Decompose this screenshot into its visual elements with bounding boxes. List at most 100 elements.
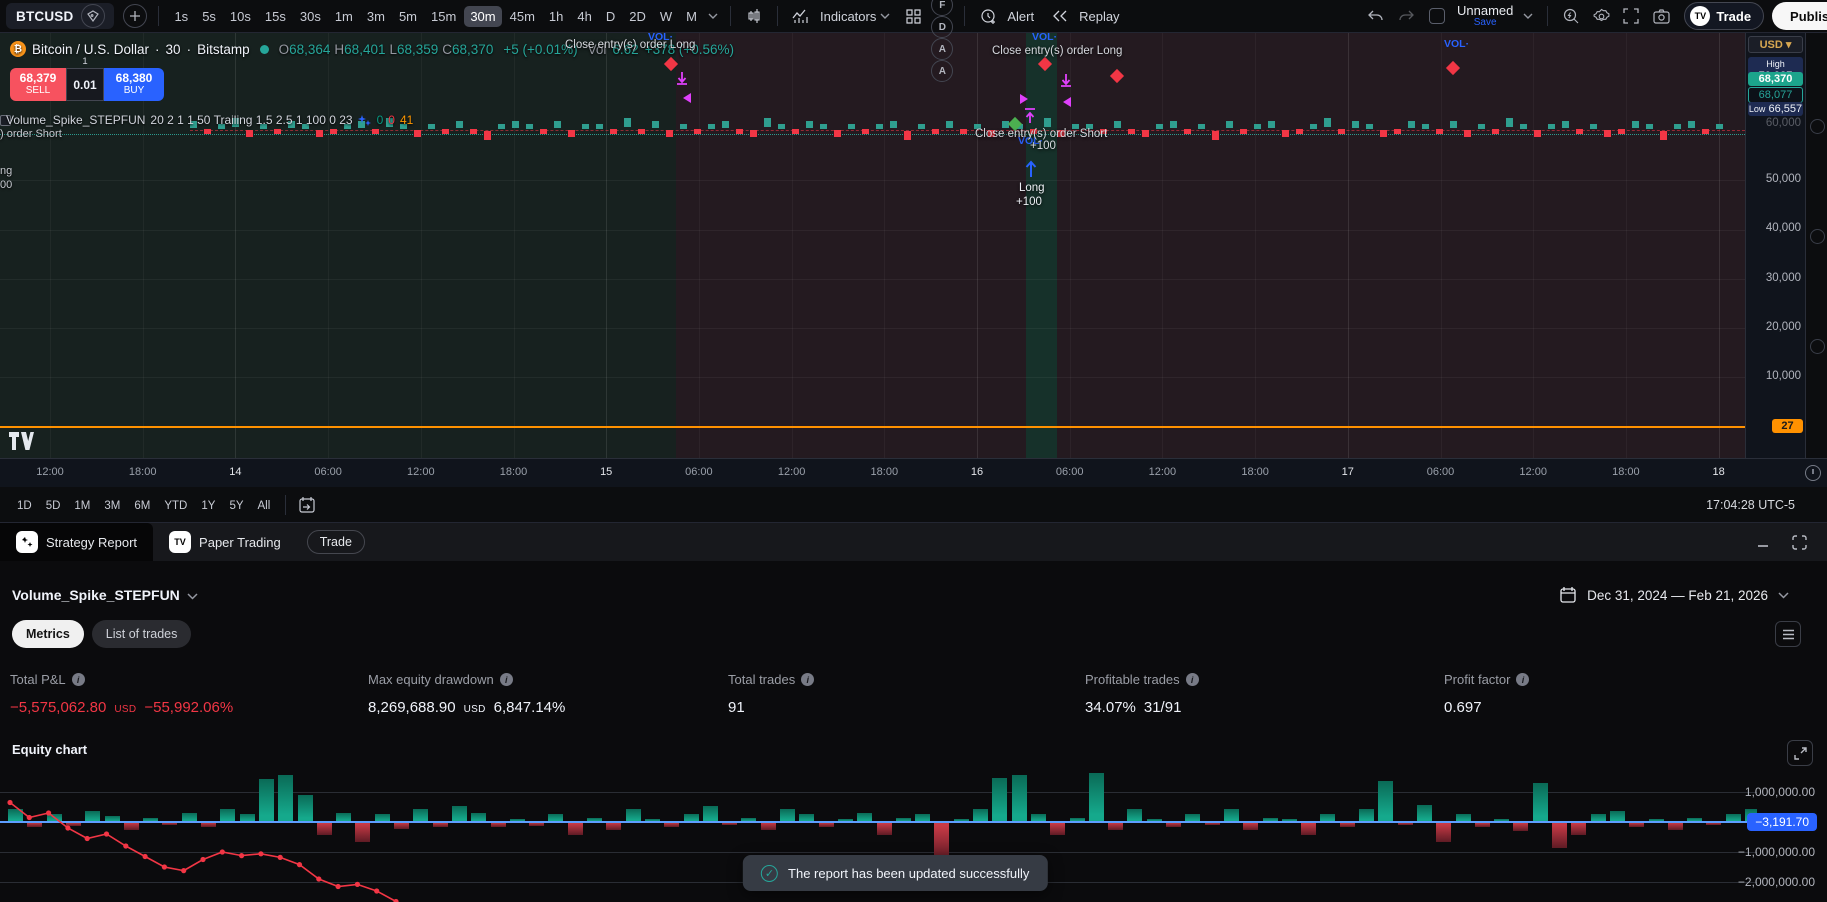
interval-button-1s[interactable]: 1s bbox=[168, 6, 194, 27]
redo-icon[interactable] bbox=[1394, 4, 1418, 28]
layout-letter-a-4[interactable]: A bbox=[931, 38, 954, 60]
layout-letter-a-5[interactable]: A bbox=[931, 60, 954, 82]
info-icon[interactable]: i bbox=[801, 673, 815, 686]
buy-button[interactable]: 68,380 BUY bbox=[104, 68, 164, 101]
indicators-chevron[interactable] bbox=[880, 13, 890, 19]
info-icon[interactable]: i bbox=[1516, 673, 1530, 686]
interval-button-30m[interactable]: 30m bbox=[464, 5, 502, 27]
right-sidebar-strip[interactable] bbox=[1805, 33, 1827, 458]
chart-plot[interactable]: ₿ Bitcoin / U.S. Dollar · 30 · Bitstamp … bbox=[0, 33, 1745, 458]
info-icon[interactable]: i bbox=[71, 673, 85, 686]
sell-button[interactable]: 68,379 SELL bbox=[10, 68, 66, 101]
quantity-field[interactable]: 1 0.01 bbox=[66, 56, 104, 101]
grid-vline bbox=[1718, 33, 1720, 458]
range-button-1d[interactable]: 1D bbox=[10, 497, 39, 515]
sidebar-icon[interactable] bbox=[1810, 339, 1825, 354]
minimize-panel-icon[interactable] bbox=[1756, 535, 1770, 549]
alert-button[interactable]: Alert bbox=[1007, 9, 1034, 24]
save-link[interactable]: Save bbox=[1474, 17, 1497, 29]
time-axis[interactable]: 12:00 18:00 14 06:00 12:00 18:00 15 06:00 12:00 1… bbox=[0, 458, 1827, 487]
currency-selector[interactable]: USD ▾ bbox=[1748, 36, 1803, 53]
tab-strategy-report[interactable]: Strategy Report bbox=[0, 523, 154, 561]
candle bbox=[1310, 124, 1317, 129]
trade-tab-button[interactable]: Trade bbox=[306, 530, 365, 554]
candle bbox=[652, 121, 659, 128]
replay-icon[interactable] bbox=[1048, 4, 1072, 28]
quick-search-icon[interactable] bbox=[1559, 4, 1583, 28]
info-icon[interactable]: i bbox=[499, 673, 513, 686]
legend-symbol-name[interactable]: Bitcoin / U.S. Dollar bbox=[32, 42, 149, 57]
interval-button-2D[interactable]: 2D bbox=[623, 6, 652, 27]
sidebar-icon[interactable] bbox=[1810, 119, 1825, 134]
symbol-flag-icon[interactable] bbox=[81, 4, 106, 28]
close-long-label-1: Close entry(s) order Long bbox=[565, 39, 696, 51]
go-to-date-icon[interactable] bbox=[298, 496, 316, 514]
candle bbox=[484, 131, 491, 140]
range-button-1m[interactable]: 1M bbox=[67, 497, 97, 515]
range-button-1y[interactable]: 1Y bbox=[194, 497, 222, 515]
range-button-6m[interactable]: 6M bbox=[127, 497, 157, 515]
strategy-status-line[interactable]: Volume_Spike_STEPFUN 20 2 1 1 50 Trailin… bbox=[6, 113, 413, 127]
interval-more-chevron[interactable] bbox=[708, 13, 718, 19]
interval-button-D[interactable]: D bbox=[600, 6, 621, 27]
maximize-panel-icon[interactable] bbox=[1792, 534, 1807, 550]
indicators-icon[interactable] bbox=[789, 4, 813, 28]
range-button-5d[interactable]: 5D bbox=[39, 497, 68, 515]
undo-icon[interactable] bbox=[1364, 4, 1388, 28]
indicators-button[interactable]: Indicators bbox=[820, 9, 876, 24]
current-time[interactable]: 17:04:28 UTC-5 bbox=[1706, 498, 1795, 512]
layout-checkbox[interactable] bbox=[1428, 8, 1445, 24]
info-icon[interactable]: i bbox=[1185, 673, 1199, 686]
interval-button-15s[interactable]: 15s bbox=[259, 6, 292, 27]
interval-button-10s[interactable]: 10s bbox=[224, 6, 257, 27]
interval-button-30s[interactable]: 30s bbox=[294, 6, 327, 27]
legend-exchange[interactable]: Bitstamp bbox=[197, 42, 250, 57]
alert-clock-icon[interactable] bbox=[976, 4, 1000, 28]
range-button-ytd[interactable]: YTD bbox=[157, 497, 194, 515]
layout-grid-icon[interactable] bbox=[901, 4, 925, 28]
timezone-clock-icon[interactable] bbox=[1805, 465, 1821, 481]
interval-button-5s[interactable]: 5s bbox=[196, 6, 222, 27]
interval-button-M[interactable]: M bbox=[680, 6, 703, 27]
report-date-range[interactable]: Dec 31, 2024 — Feb 21, 2026 bbox=[1559, 586, 1815, 604]
legend-interval[interactable]: 30 bbox=[166, 42, 181, 57]
chart-style-icon[interactable] bbox=[742, 4, 766, 28]
publish-button[interactable]: Publish bbox=[1772, 2, 1827, 30]
interval-button-1m[interactable]: 1m bbox=[329, 6, 359, 27]
strategy-sparkle-icon[interactable] bbox=[357, 113, 372, 127]
tab-paper-trading[interactable]: TV Paper Trading bbox=[153, 523, 297, 561]
layout-save-block[interactable]: Unnamed Save bbox=[1457, 4, 1513, 28]
report-strategy-name[interactable]: Volume_Spike_STEPFUN bbox=[12, 587, 180, 603]
price-axis[interactable]: USD ▾ High 70,937 68,370 68,077 Low 66,5… bbox=[1745, 33, 1805, 458]
interval-button-4h[interactable]: 4h bbox=[571, 6, 597, 27]
interval-button-5m[interactable]: 5m bbox=[393, 6, 423, 27]
view-list-of-trades-button[interactable]: List of trades bbox=[91, 620, 192, 648]
interval-button-15m[interactable]: 15m bbox=[425, 6, 462, 27]
strategy-dropdown-chevron[interactable] bbox=[187, 592, 198, 600]
equity-expand-icon[interactable] bbox=[1787, 740, 1813, 766]
market-status-dot[interactable] bbox=[259, 44, 269, 54]
sidebar-icon[interactable] bbox=[1810, 229, 1825, 244]
symbol-search-button[interactable]: BTCUSD bbox=[6, 3, 115, 29]
layout-letter-f-2[interactable]: F bbox=[931, 0, 954, 16]
layout-letter-d-3[interactable]: D bbox=[931, 16, 954, 38]
range-button-3m[interactable]: 3M bbox=[97, 497, 127, 515]
range-button-all[interactable]: All bbox=[251, 497, 278, 515]
range-button-5y[interactable]: 5Y bbox=[222, 497, 250, 515]
view-metrics-button[interactable]: Metrics bbox=[12, 620, 84, 648]
screenshot-camera-icon[interactable] bbox=[1649, 4, 1673, 28]
settings-gear-icon[interactable] bbox=[1589, 4, 1613, 28]
report-menu-icon[interactable] bbox=[1775, 621, 1801, 647]
interval-button-W[interactable]: W bbox=[654, 6, 678, 27]
compare-add-icon[interactable] bbox=[123, 4, 148, 28]
layout-chevron[interactable] bbox=[1523, 13, 1533, 19]
fullscreen-icon[interactable] bbox=[1619, 4, 1643, 28]
candle bbox=[792, 129, 799, 134]
interval-button-45m[interactable]: 45m bbox=[504, 6, 541, 27]
interval-button-1h[interactable]: 1h bbox=[543, 6, 569, 27]
trade-button[interactable]: TV Trade bbox=[1684, 2, 1765, 30]
tradingview-app: BTCUSD 1s 5s 10s 15s 30s 1m 3m 5m 15m 30m 45m 1h 4h D… bbox=[0, 0, 1827, 902]
candle bbox=[904, 131, 911, 140]
interval-button-3m[interactable]: 3m bbox=[361, 6, 391, 27]
replay-button[interactable]: Replay bbox=[1079, 9, 1119, 24]
